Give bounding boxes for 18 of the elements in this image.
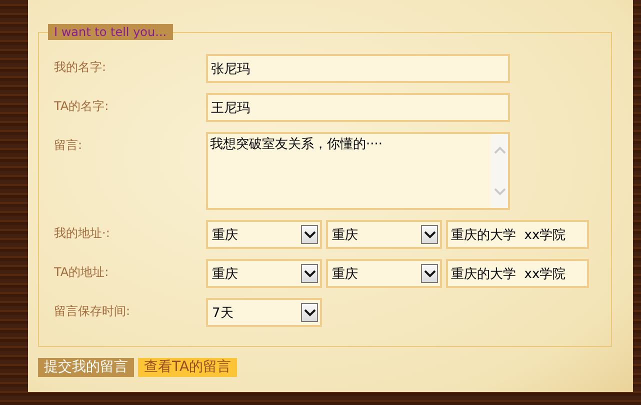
- dropdown[interactable]: 7天: [206, 298, 322, 327]
- input-field[interactable]: 张尼玛: [206, 54, 510, 83]
- field-label: 我的名字:: [54, 59, 108, 76]
- dropdown[interactable]: 重庆: [326, 259, 442, 288]
- input-field[interactable]: 王尼玛: [206, 93, 510, 122]
- dropdown[interactable]: 重庆: [206, 259, 322, 288]
- input-field[interactable]: 重庆的大学 xx学院: [446, 220, 589, 249]
- dropdown[interactable]: 重庆: [206, 220, 322, 249]
- input-field[interactable]: 重庆的大学 xx学院: [446, 259, 589, 288]
- field-label: TA的名字:: [54, 98, 110, 115]
- field-label: 留言:: [54, 137, 84, 154]
- dropdown[interactable]: 重庆: [326, 220, 442, 249]
- field-label: 我的地址·:: [54, 225, 111, 242]
- view-button[interactable]: 查看TA的留言: [138, 358, 238, 377]
- field-label: 留言保存时间:: [54, 303, 132, 320]
- form-legend: I want to tell you...: [48, 24, 173, 40]
- field-label: TA的地址:: [54, 264, 110, 281]
- message-field[interactable]: 我想突破室友关系，你懂的····: [206, 132, 510, 210]
